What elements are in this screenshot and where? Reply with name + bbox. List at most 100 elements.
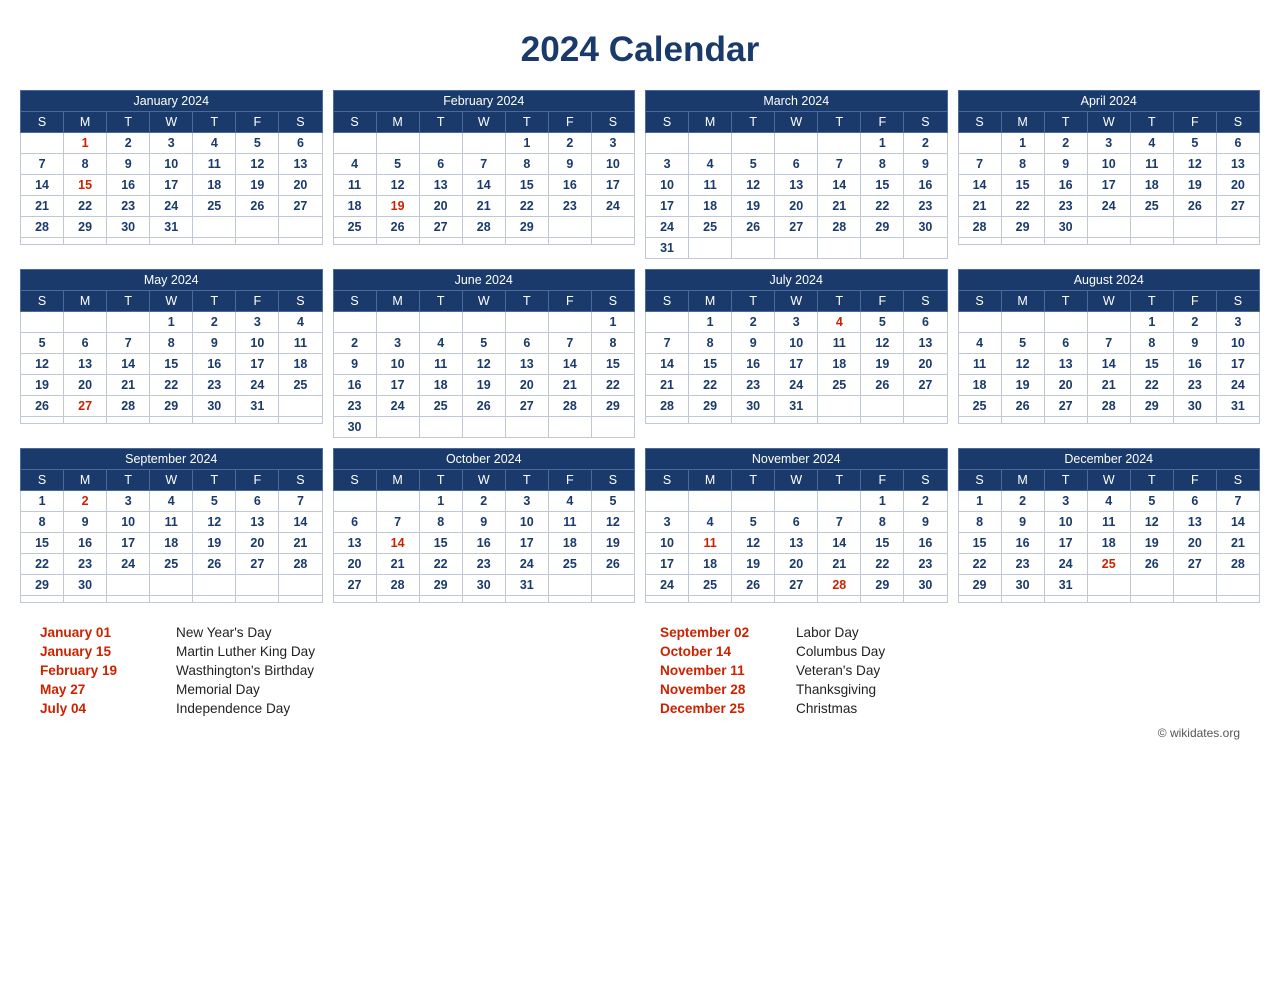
day-cell: 12 <box>861 333 904 354</box>
day-cell: 13 <box>1173 512 1216 533</box>
day-cell: 26 <box>462 396 505 417</box>
day-cell: 26 <box>732 575 775 596</box>
day-cell: 24 <box>646 575 689 596</box>
day-header: F <box>1173 112 1216 133</box>
holiday-name: Martin Luther King Day <box>176 644 315 659</box>
day-cell: 31 <box>775 396 818 417</box>
day-cell <box>1001 312 1044 333</box>
day-cell: 10 <box>646 533 689 554</box>
week-row: 123456 <box>646 312 948 333</box>
day-cell: 7 <box>1216 491 1259 512</box>
day-cell <box>1216 575 1259 596</box>
day-cell <box>462 417 505 438</box>
day-cell <box>591 417 634 438</box>
day-cell: 30 <box>462 575 505 596</box>
day-cell <box>548 575 591 596</box>
day-cell: 10 <box>1087 154 1130 175</box>
day-cell: 21 <box>818 554 861 575</box>
week-row: 123456 <box>21 133 323 154</box>
day-cell: 19 <box>462 375 505 396</box>
week-row: 11121314151617 <box>958 354 1260 375</box>
day-header: S <box>1216 112 1259 133</box>
day-cell: 8 <box>689 333 732 354</box>
day-header: M <box>376 112 419 133</box>
day-cell <box>958 596 1001 603</box>
day-cell: 16 <box>333 375 376 396</box>
holiday-name: Independence Day <box>176 701 290 716</box>
day-cell: 12 <box>1001 354 1044 375</box>
day-cell: 14 <box>818 175 861 196</box>
day-cell: 15 <box>419 533 462 554</box>
day-cell: 1 <box>150 312 193 333</box>
day-cell: 3 <box>646 154 689 175</box>
day-header: T <box>818 470 861 491</box>
day-cell: 27 <box>64 396 107 417</box>
day-cell: 9 <box>107 154 150 175</box>
day-cell <box>1173 238 1216 245</box>
day-cell: 14 <box>21 175 64 196</box>
day-cell: 6 <box>1044 333 1087 354</box>
day-cell <box>548 417 591 438</box>
day-cell: 17 <box>1216 354 1259 375</box>
day-cell: 2 <box>462 491 505 512</box>
day-cell: 9 <box>64 512 107 533</box>
day-cell: 18 <box>1130 175 1173 196</box>
day-cell: 23 <box>904 554 947 575</box>
copyright: © wikidates.org <box>20 726 1260 740</box>
day-cell: 4 <box>150 491 193 512</box>
day-cell: 21 <box>818 196 861 217</box>
week-row: 10111213141516 <box>646 175 948 196</box>
day-cell: 29 <box>861 217 904 238</box>
day-cell <box>732 417 775 424</box>
day-cell: 18 <box>958 375 1001 396</box>
week-row: 1234 <box>21 312 323 333</box>
day-header: S <box>1216 470 1259 491</box>
day-cell <box>591 596 634 603</box>
day-cell <box>462 596 505 603</box>
day-cell: 4 <box>1130 133 1173 154</box>
day-cell: 22 <box>1001 196 1044 217</box>
day-cell <box>21 133 64 154</box>
day-cell: 12 <box>732 175 775 196</box>
day-header: T <box>505 470 548 491</box>
day-cell: 9 <box>333 354 376 375</box>
day-cell: 20 <box>1044 375 1087 396</box>
day-cell <box>958 133 1001 154</box>
day-cell: 19 <box>732 196 775 217</box>
holiday-name: Veteran's Day <box>796 663 880 678</box>
day-cell: 9 <box>1001 512 1044 533</box>
day-cell: 25 <box>150 554 193 575</box>
week-row: 78910111213 <box>958 154 1260 175</box>
day-cell: 28 <box>279 554 322 575</box>
day-cell <box>1044 238 1087 245</box>
day-cell: 17 <box>646 196 689 217</box>
month-1: January 2024SMTWTFS123456789101112131415… <box>20 90 323 259</box>
week-row: 24252627282930 <box>646 575 948 596</box>
week-row: 15161718192021 <box>958 533 1260 554</box>
day-cell <box>958 238 1001 245</box>
day-cell: 1 <box>1130 312 1173 333</box>
week-row <box>958 238 1260 245</box>
month-4: April 2024SMTWTFS12345678910111213141516… <box>958 90 1261 259</box>
day-cell <box>1130 417 1173 424</box>
day-cell: 16 <box>904 175 947 196</box>
day-cell: 3 <box>505 491 548 512</box>
day-cell <box>1044 417 1087 424</box>
day-cell: 6 <box>279 133 322 154</box>
day-cell: 11 <box>150 512 193 533</box>
day-cell: 1 <box>419 491 462 512</box>
day-cell: 27 <box>333 575 376 596</box>
day-cell <box>462 312 505 333</box>
month-6: June 2024SMTWTFS123456789101112131415161… <box>333 269 636 438</box>
day-header: T <box>193 470 236 491</box>
day-header: T <box>818 291 861 312</box>
day-cell: 11 <box>548 512 591 533</box>
week-row: 22232425262728 <box>958 554 1260 575</box>
day-cell: 13 <box>775 533 818 554</box>
day-cell: 20 <box>775 554 818 575</box>
day-cell <box>193 575 236 596</box>
day-cell: 29 <box>505 217 548 238</box>
day-header: S <box>646 291 689 312</box>
day-cell: 10 <box>1216 333 1259 354</box>
day-cell: 27 <box>419 217 462 238</box>
